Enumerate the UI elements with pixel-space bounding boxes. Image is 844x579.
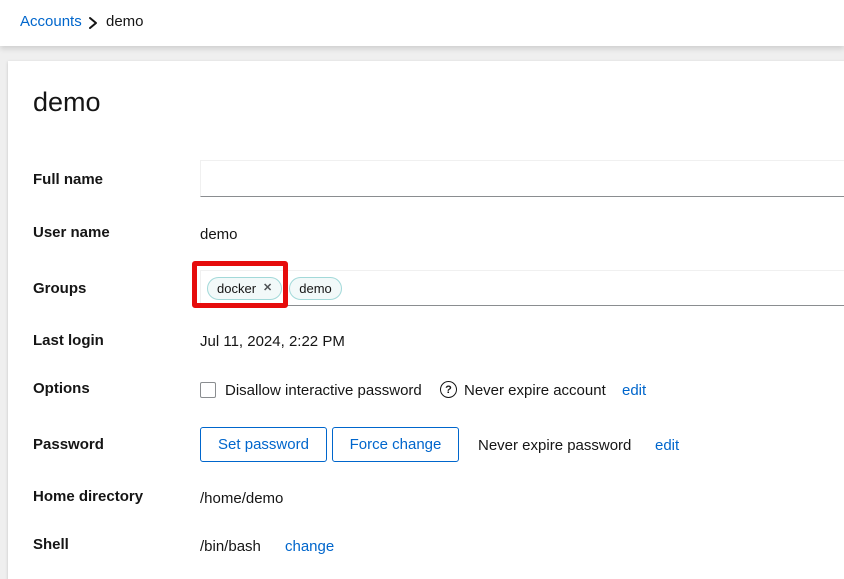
last-login-value: Jul 11, 2024, 2:22 PM	[200, 333, 345, 350]
user-name-label: User name	[33, 225, 110, 241]
group-tag-label: docker	[217, 281, 256, 296]
set-password-button[interactable]: Set password	[200, 427, 327, 462]
group-tag-demo: demo	[289, 277, 342, 300]
home-directory-value: /home/demo	[200, 490, 283, 507]
options-label: Options	[33, 381, 90, 397]
groups-input[interactable]: docker ✕ demo	[200, 270, 844, 306]
shell-value: /bin/bash	[200, 538, 261, 555]
force-change-button[interactable]: Force change	[332, 427, 459, 462]
breadcrumb: Accounts demo	[0, 0, 844, 46]
change-shell-link[interactable]: change	[285, 538, 334, 555]
breadcrumb-accounts-link[interactable]: Accounts	[20, 13, 82, 30]
shell-label: Shell	[33, 537, 69, 553]
chevron-right-icon	[87, 16, 99, 30]
page-title: demo	[33, 87, 101, 118]
full-name-label: Full name	[33, 172, 103, 188]
accounts-detail-page: Accounts demo demo Full name User name d…	[0, 0, 844, 579]
disallow-password-checkbox-label[interactable]: Disallow interactive password	[225, 382, 422, 399]
password-expiry-status: Never expire password	[478, 437, 631, 454]
help-question-icon[interactable]: ?	[440, 381, 457, 398]
breadcrumb-current: demo	[106, 13, 144, 30]
remove-group-icon[interactable]: ✕	[263, 283, 272, 294]
disallow-password-checkbox[interactable]	[200, 382, 216, 398]
full-name-input[interactable]	[200, 160, 844, 197]
groups-label: Groups	[33, 281, 86, 297]
last-login-label: Last login	[33, 333, 104, 349]
edit-password-expiry-link[interactable]: edit	[655, 437, 679, 454]
user-name-value: demo	[200, 226, 238, 243]
home-directory-label: Home directory	[33, 489, 143, 505]
account-card: demo Full name User name demo Groups doc…	[8, 61, 844, 579]
group-tag-docker: docker ✕	[207, 277, 282, 300]
edit-account-expiry-link[interactable]: edit	[622, 382, 646, 399]
account-expiry-status: Never expire account	[464, 382, 606, 399]
password-label: Password	[33, 437, 104, 453]
group-tag-label: demo	[299, 281, 332, 296]
